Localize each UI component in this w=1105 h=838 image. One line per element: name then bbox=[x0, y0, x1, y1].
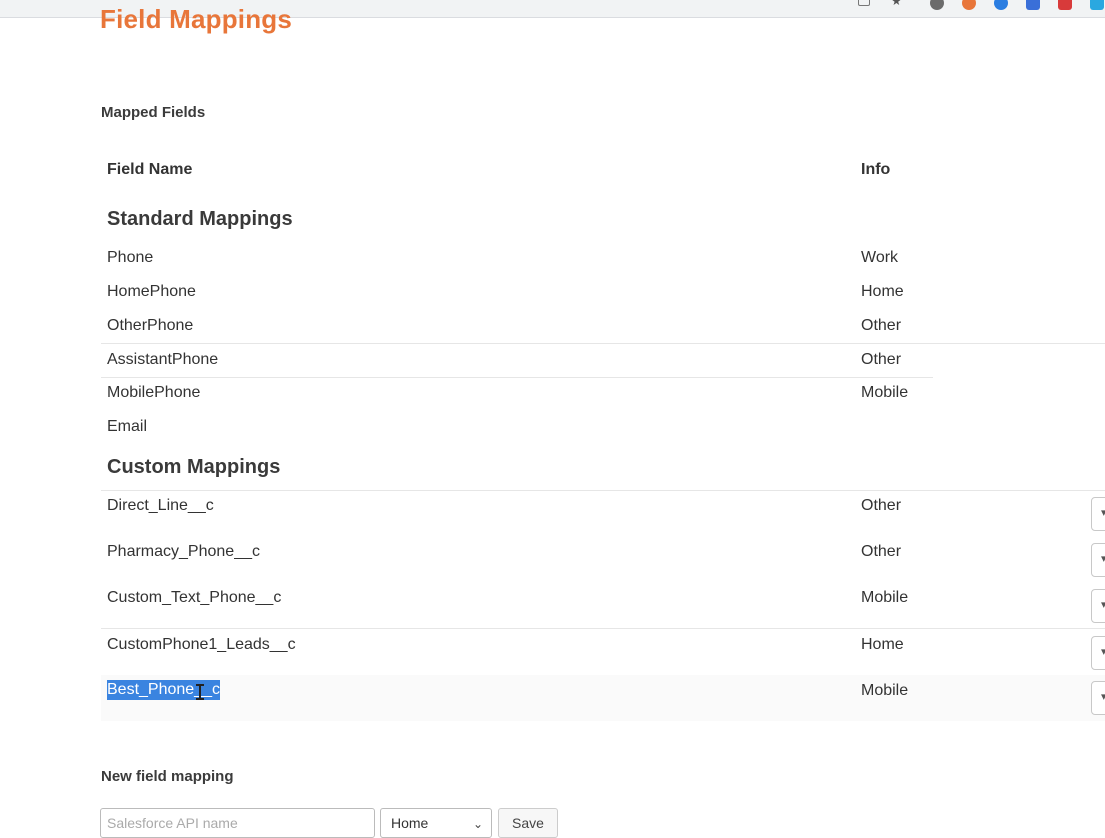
chevron-down-icon: ▾ bbox=[1101, 646, 1105, 658]
share-icon[interactable] bbox=[858, 0, 870, 6]
field-name-cell: OtherPhone bbox=[107, 317, 194, 334]
info-cell: Other bbox=[861, 497, 902, 514]
chevron-down-icon: ▾ bbox=[1101, 553, 1105, 565]
field-name-cell: CustomPhone1_Leads__c bbox=[107, 636, 296, 653]
new-field-mapping-heading: New field mapping bbox=[101, 768, 234, 785]
column-header-field-name: Field Name bbox=[107, 161, 193, 178]
chevron-down-icon: ▾ bbox=[1101, 507, 1105, 519]
custom-mappings-heading: Custom Mappings bbox=[107, 456, 281, 478]
field-name-cell: HomePhone bbox=[107, 283, 196, 300]
save-button[interactable]: Save bbox=[498, 808, 558, 838]
field-name-cell: Email bbox=[107, 418, 148, 435]
info-cell: Mobile bbox=[861, 589, 909, 606]
info-cell: Other bbox=[861, 351, 902, 368]
row-action-button[interactable]: ▾ bbox=[1091, 497, 1105, 531]
extension-icon[interactable] bbox=[962, 0, 976, 10]
field-name-cell: Direct_Line__c bbox=[107, 497, 214, 514]
type-select[interactable]: Home ⌄ bbox=[380, 808, 492, 838]
info-cell: Work bbox=[861, 249, 899, 266]
table-row: Pharmacy_Phone__c Other ▾ bbox=[101, 543, 1105, 589]
info-cell: Mobile bbox=[861, 682, 909, 699]
field-name-cell: Pharmacy_Phone__c bbox=[107, 543, 260, 560]
chevron-down-icon: ▾ bbox=[1101, 599, 1105, 611]
info-cell: Home bbox=[861, 283, 904, 300]
row-divider bbox=[101, 377, 933, 378]
field-name-cell: Phone bbox=[107, 249, 154, 266]
row-action-button[interactable]: ▾ bbox=[1091, 681, 1105, 715]
row-divider bbox=[101, 490, 1105, 491]
field-name-cell: AssistantPhone bbox=[107, 351, 219, 368]
field-name-cell: MobilePhone bbox=[107, 384, 201, 401]
table-row: Direct_Line__c Other ▾ bbox=[101, 497, 1105, 543]
bookmark-star-icon[interactable]: ★ bbox=[891, 0, 903, 8]
table-row-selected: Best_Phone__c Mobile ▾ bbox=[101, 675, 1105, 721]
extension-icon[interactable] bbox=[1026, 0, 1040, 10]
info-cell: Other bbox=[861, 317, 902, 334]
extension-icon[interactable] bbox=[1090, 0, 1104, 10]
row-divider bbox=[101, 343, 1105, 344]
info-cell: Other bbox=[861, 543, 902, 560]
row-action-button[interactable]: ▾ bbox=[1091, 589, 1105, 623]
field-name-cell: Custom_Text_Phone__c bbox=[107, 589, 282, 606]
row-divider bbox=[101, 628, 1105, 629]
chevron-down-icon: ⌄ bbox=[472, 817, 483, 831]
row-action-button[interactable]: ▾ bbox=[1091, 636, 1105, 670]
api-name-input[interactable] bbox=[100, 808, 375, 838]
standard-mappings-heading: Standard Mappings bbox=[107, 208, 293, 230]
extension-icon[interactable] bbox=[930, 0, 944, 10]
mapped-fields-heading: Mapped Fields bbox=[101, 104, 206, 121]
column-header-info: Info bbox=[861, 161, 891, 178]
chevron-down-icon: ▾ bbox=[1101, 691, 1105, 703]
info-cell: Home bbox=[861, 636, 904, 653]
page-title: Field Mappings bbox=[100, 4, 293, 34]
extension-icon[interactable] bbox=[994, 0, 1008, 10]
extension-icon[interactable] bbox=[1058, 0, 1072, 10]
row-action-button[interactable]: ▾ bbox=[1091, 543, 1105, 577]
type-select-value: Home bbox=[391, 815, 429, 831]
info-cell: Mobile bbox=[861, 384, 909, 401]
text-cursor-icon bbox=[196, 684, 204, 700]
